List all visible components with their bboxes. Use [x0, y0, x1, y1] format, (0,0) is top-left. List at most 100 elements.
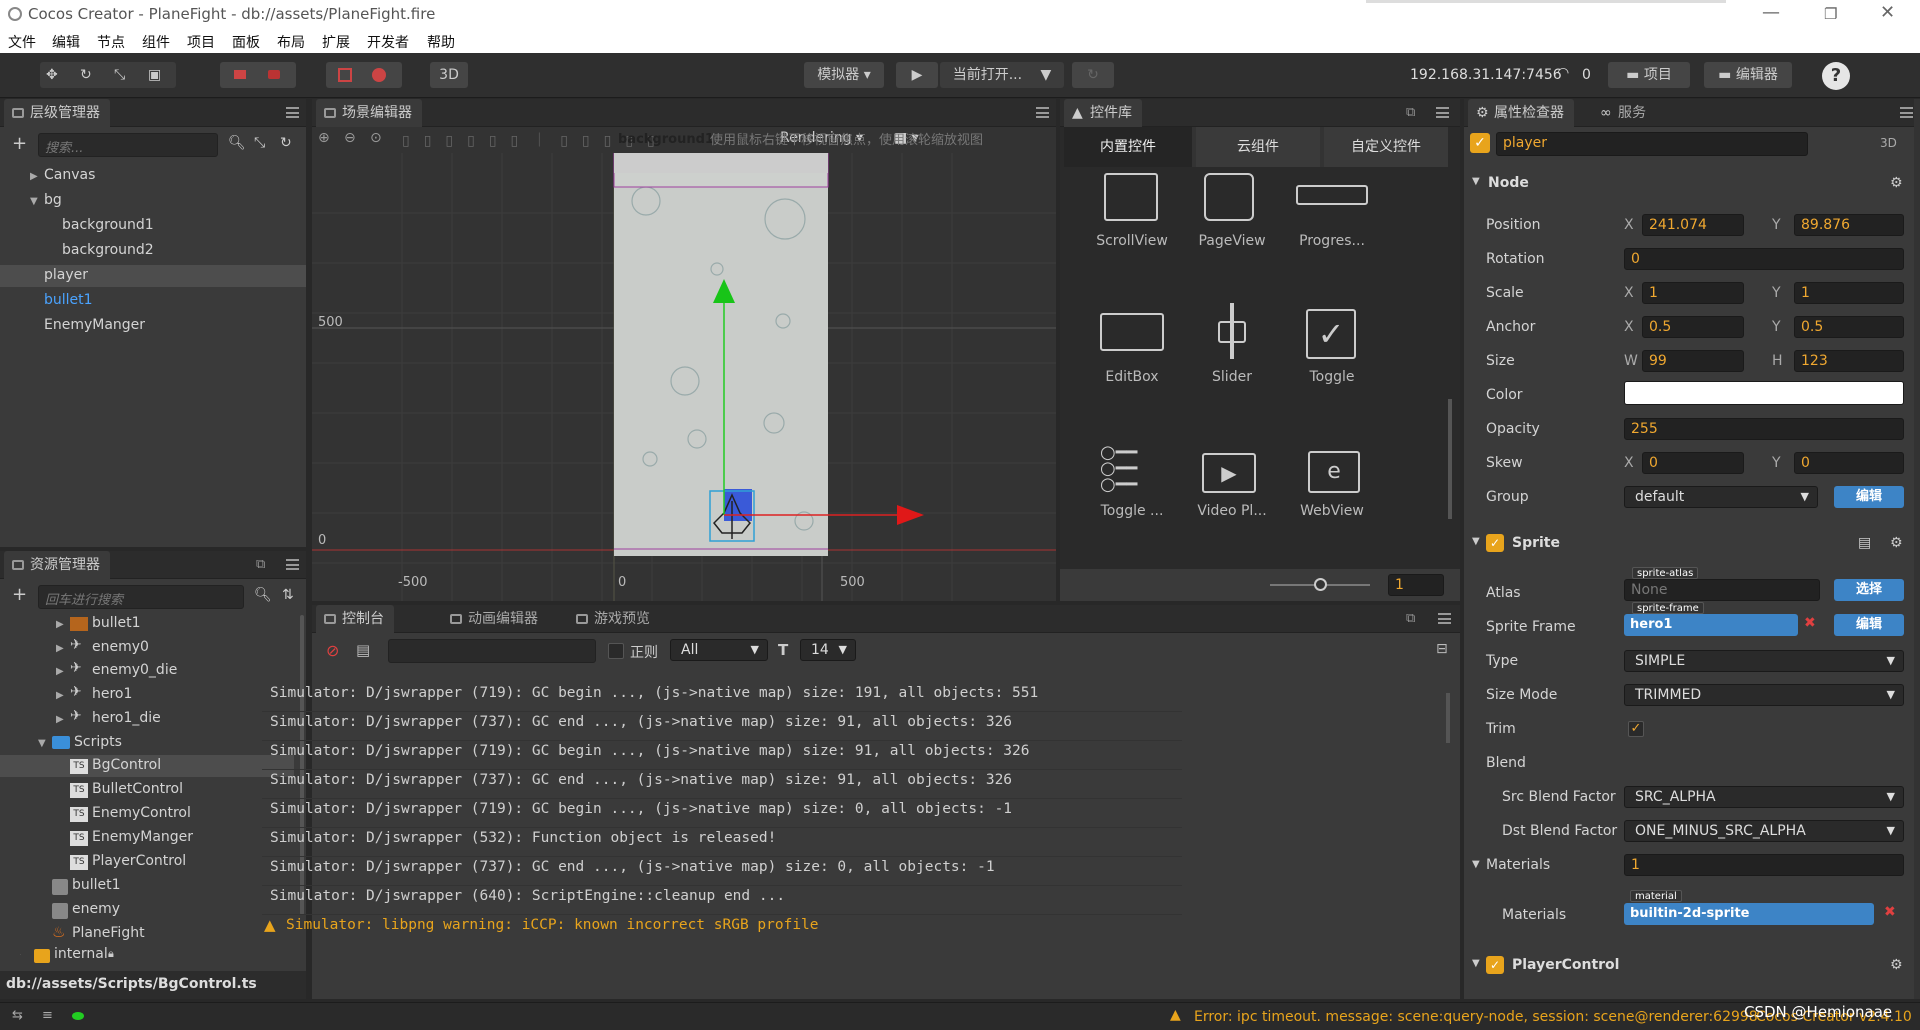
src-blend-select[interactable]: SRC_ALPHA	[1624, 786, 1904, 808]
position-y-input[interactable]: 89.876	[1794, 214, 1904, 236]
zoom-input[interactable]: 1	[1388, 574, 1444, 596]
dst-blend-select[interactable]: ONE_MINUS_SRC_ALPHA	[1624, 820, 1904, 842]
menu-file[interactable]: 文件	[8, 32, 36, 52]
position-x-input[interactable]: 241.074	[1642, 214, 1744, 236]
asset-enemymanger[interactable]: EnemyManger	[92, 829, 193, 845]
widgets-menu-icon[interactable]	[1436, 107, 1449, 118]
expand-arrow-icon[interactable]: ▶	[56, 643, 64, 654]
preview-ip[interactable]: 192.168.31.147:7456	[1410, 67, 1562, 83]
expand-arrow-icon[interactable]: ▶	[20, 953, 28, 955]
asset-scripts[interactable]: Scripts	[74, 734, 122, 750]
asset-hero1[interactable]: hero1	[92, 686, 132, 702]
assets-menu-icon[interactable]	[286, 559, 299, 570]
tab-hierarchy[interactable]: 层级管理器	[4, 99, 110, 127]
minimize-icon[interactable]: —	[1762, 2, 1780, 23]
console-menu-icon[interactable]	[1438, 613, 1451, 624]
clear-icon[interactable]: ⊘	[326, 641, 339, 660]
search-icon[interactable]: 🔍︎	[254, 587, 272, 603]
tree-item-bg[interactable]: bg	[44, 192, 62, 208]
opacity-input[interactable]: 255	[1624, 418, 1904, 440]
menu-component[interactable]: 组件	[142, 32, 170, 52]
asset-enemy-prefab[interactable]: enemy	[72, 901, 120, 917]
open-editor-button[interactable]: ▬ 编辑器	[1704, 62, 1792, 88]
widget-slider[interactable]: Slider	[1182, 369, 1282, 385]
group-select[interactable]: default	[1624, 486, 1818, 508]
playercontrol-section-header[interactable]: ▼ ✓ PlayerControl ⚙	[1464, 953, 1903, 979]
menu-layout[interactable]: 布局	[277, 32, 305, 52]
widget-togglegroup[interactable]: Toggle ...	[1082, 503, 1182, 519]
group-edit-button[interactable]: 编辑	[1834, 486, 1904, 508]
tab-game-preview[interactable]: 游戏预览	[568, 605, 660, 633]
width-input[interactable]: 99	[1642, 350, 1744, 372]
background-sprite[interactable]	[614, 153, 828, 556]
font-size-select[interactable]: 14	[800, 639, 856, 661]
skew-y-input[interactable]: 0	[1794, 452, 1904, 474]
webview-icon[interactable]: e	[1308, 451, 1360, 493]
zoom-reset-icon[interactable]: ⊙	[370, 130, 382, 146]
collapse-icon[interactable]: ⤡	[254, 135, 265, 151]
tab-scene[interactable]: 场景编辑器	[316, 99, 422, 127]
tab-console[interactable]: 控制台	[316, 605, 394, 633]
scale-x-input[interactable]: 1	[1642, 282, 1744, 304]
tree-item-enemymanger[interactable]: EnemyManger	[44, 317, 145, 333]
scene-menu-icon[interactable]	[1036, 107, 1049, 118]
progressbar-icon[interactable]	[1296, 185, 1368, 205]
settings-gear-icon[interactable]: ⚙	[1890, 175, 1903, 191]
collapse-log-icon[interactable]: ⊟	[1436, 641, 1448, 657]
widgets-scrollbar[interactable]	[1448, 399, 1452, 519]
playercontrol-enabled-checkbox[interactable]: ✓	[1486, 956, 1504, 974]
pageview-icon[interactable]	[1204, 173, 1254, 221]
videoplayer-icon[interactable]: ▶	[1202, 453, 1256, 493]
scale-tool-icon[interactable]: ⤡	[114, 62, 125, 88]
collapse-arrow-icon[interactable]: ▼	[38, 738, 46, 749]
asset-enemy0[interactable]: enemy0	[92, 639, 149, 655]
console-filter-input[interactable]	[388, 639, 596, 663]
add-asset-icon[interactable]: +	[12, 584, 27, 605]
node-name-input[interactable]: player	[1496, 132, 1808, 156]
scrollview-icon[interactable]	[1104, 173, 1158, 221]
asset-enemy0-die[interactable]: enemy0_die	[92, 662, 177, 678]
popout-icon[interactable]: ⧉	[256, 557, 265, 572]
asset-planefight[interactable]: PlaneFight	[72, 925, 145, 941]
rotation-input[interactable]: 0	[1624, 248, 1904, 270]
tab-assets[interactable]: 资源管理器	[4, 551, 110, 579]
clear-frame-icon[interactable]: ✖	[1804, 615, 1816, 631]
type-select[interactable]: SIMPLE	[1624, 650, 1904, 672]
snap-toggle[interactable]	[326, 62, 402, 88]
trim-checkbox[interactable]: ✓	[1628, 721, 1644, 737]
widget-webview[interactable]: WebView	[1282, 503, 1382, 519]
menu-edit[interactable]: 编辑	[52, 32, 80, 52]
node-active-checkbox[interactable]: ✓	[1470, 133, 1490, 153]
database-icon[interactable]: ≡	[42, 1008, 53, 1023]
tree-item-background1[interactable]: background1	[62, 217, 154, 233]
atlas-select-button[interactable]: 选择	[1834, 579, 1904, 601]
anchor-x-input[interactable]: 0.5	[1642, 316, 1744, 338]
height-input[interactable]: 123	[1794, 350, 1904, 372]
settings-gear-icon[interactable]: ⚙	[1890, 535, 1903, 551]
asset-bullet1[interactable]: bullet1	[92, 615, 141, 631]
anchor-y-input[interactable]: 0.5	[1794, 316, 1904, 338]
asset-hero1-die[interactable]: hero1_die	[92, 710, 161, 726]
asset-enemycontrol[interactable]: EnemyControl	[92, 805, 191, 821]
hierarchy-menu-icon[interactable]	[286, 107, 299, 118]
menu-developer[interactable]: 开发者	[367, 32, 409, 52]
expand-arrow-icon[interactable]: ▶	[56, 714, 64, 725]
console-scrollbar[interactable]	[1446, 693, 1450, 743]
widget-videoplayer[interactable]: Video Pl...	[1182, 503, 1282, 519]
settings-gear-icon[interactable]: ⚙	[1890, 957, 1903, 973]
pivot-toggle[interactable]	[220, 62, 296, 88]
widget-editbox[interactable]: EditBox	[1082, 369, 1182, 385]
expand-arrow-icon[interactable]: ▶	[56, 666, 64, 677]
sync-icon[interactable]: ⇆	[12, 1008, 23, 1023]
menu-node[interactable]: 节点	[97, 32, 125, 52]
add-node-icon[interactable]: +	[12, 133, 27, 154]
sprite-frame-edit-button[interactable]: 编辑	[1834, 614, 1904, 636]
hierarchy-search-input[interactable]: 搜索...	[38, 133, 218, 157]
popout-icon[interactable]: ⧉	[1406, 611, 1415, 626]
sprite-enabled-checkbox[interactable]: ✓	[1486, 534, 1504, 552]
3d-toggle-button[interactable]: 3D	[430, 62, 468, 88]
popout-icon[interactable]: ⧉	[1406, 105, 1415, 120]
menu-project[interactable]: 项目	[187, 32, 215, 52]
color-swatch[interactable]	[1624, 381, 1904, 405]
refresh-icon[interactable]: ↻	[280, 135, 292, 151]
